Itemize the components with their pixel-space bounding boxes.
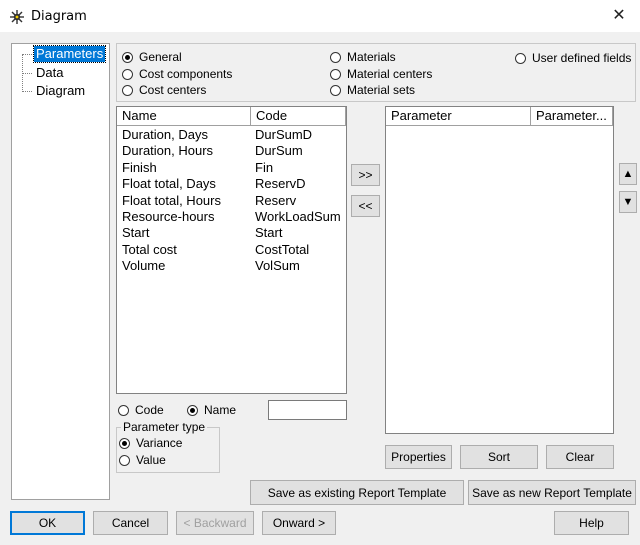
column-header-parameter[interactable]: Parameter bbox=[386, 107, 531, 126]
radio-user-defined-fields-dot[interactable] bbox=[515, 52, 526, 64]
parameter-name: Duration, Days bbox=[122, 127, 208, 142]
parameter-type-legend: Parameter type bbox=[121, 420, 208, 434]
parameter-name: Float total, Days bbox=[122, 176, 216, 192]
close-icon[interactable]: ✕ bbox=[604, 4, 634, 28]
onward-button[interactable]: Onward > bbox=[262, 511, 336, 535]
column-header-code[interactable]: Code bbox=[251, 107, 346, 126]
radio-material-centers-dot[interactable] bbox=[330, 68, 341, 80]
radio-variance-dot[interactable] bbox=[119, 437, 130, 449]
save-existing-template-button[interactable]: Save as existing Report Template bbox=[250, 480, 464, 505]
parameter-name: Volume bbox=[122, 258, 166, 274]
parameter-name: Start bbox=[122, 225, 150, 241]
radio-value[interactable]: Value bbox=[119, 453, 166, 467]
app-icon bbox=[9, 9, 25, 25]
radio-cost-components-label: Cost components bbox=[139, 67, 233, 81]
table-row[interactable]: Total cost CostTotal bbox=[117, 242, 346, 258]
radio-materials-label: Materials bbox=[347, 50, 396, 64]
move-down-button[interactable]: ▼ bbox=[619, 191, 637, 213]
move-up-button[interactable]: ▲ bbox=[619, 163, 637, 185]
radio-cost-centers[interactable]: Cost centers bbox=[122, 83, 206, 97]
radio-user-defined-fields[interactable]: User defined fields bbox=[515, 51, 631, 65]
table-row[interactable]: Resource-hours WorkLoadSum bbox=[117, 209, 346, 225]
parameter-name: Float total, Hours bbox=[122, 192, 221, 208]
column-header-parameter-2[interactable]: Parameter... bbox=[531, 107, 613, 126]
parameter-code: WorkLoadSum bbox=[255, 209, 341, 224]
properties-button[interactable]: Properties bbox=[385, 445, 452, 469]
radio-general-dot[interactable] bbox=[122, 51, 133, 63]
radio-cost-centers-label: Cost centers bbox=[139, 83, 207, 97]
cancel-button[interactable]: Cancel bbox=[93, 511, 168, 535]
parameter-name: Duration, Hours bbox=[122, 143, 214, 159]
parameter-name: Resource-hours bbox=[122, 209, 215, 224]
sort-button[interactable]: Sort bbox=[460, 445, 538, 469]
table-row[interactable]: Volume VolSum bbox=[117, 258, 346, 274]
radio-value-dot[interactable] bbox=[119, 454, 130, 466]
table-row[interactable]: Duration, Hours DurSum bbox=[117, 143, 346, 159]
parameter-code: ReservD bbox=[255, 176, 306, 192]
radio-search-code-label: Code bbox=[135, 403, 164, 417]
ok-button[interactable]: OK bbox=[10, 511, 85, 535]
radio-material-sets-dot[interactable] bbox=[330, 84, 341, 96]
radio-material-sets[interactable]: Material sets bbox=[330, 83, 415, 97]
table-row[interactable]: Start Start bbox=[117, 225, 346, 241]
parameter-code: CostTotal bbox=[255, 241, 310, 257]
parameter-code: VolSum bbox=[255, 258, 300, 274]
radio-search-code[interactable]: Code bbox=[118, 403, 164, 417]
radio-material-centers-label: Material centers bbox=[347, 67, 433, 81]
table-row[interactable]: Float total, Hours Reserv bbox=[117, 193, 346, 209]
radio-materials-dot[interactable] bbox=[330, 51, 341, 63]
backward-button[interactable]: < Backward bbox=[176, 511, 254, 535]
parameter-code: Start bbox=[255, 225, 283, 241]
selected-parameters-list[interactable]: Parameter Parameter... bbox=[385, 106, 614, 434]
tree-item-parameters[interactable]: Parameters bbox=[32, 45, 107, 63]
radio-cost-components-dot[interactable] bbox=[122, 68, 133, 80]
radio-general[interactable]: General bbox=[122, 50, 182, 64]
parameter-code: DurSum bbox=[255, 143, 303, 159]
radio-search-name-label: Name bbox=[204, 403, 237, 417]
navigation-tree: Parameters Data Diagram bbox=[11, 43, 110, 500]
radio-material-sets-label: Material sets bbox=[347, 83, 416, 97]
table-row[interactable]: Finish Fin bbox=[117, 160, 346, 176]
help-button[interactable]: Help bbox=[554, 511, 629, 535]
parameter-name: Finish bbox=[122, 159, 157, 175]
radio-variance[interactable]: Variance bbox=[119, 436, 182, 450]
radio-search-code-dot[interactable] bbox=[118, 404, 129, 416]
parameter-code: Reserv bbox=[255, 192, 297, 208]
radio-search-name-dot[interactable] bbox=[187, 404, 198, 416]
radio-cost-components[interactable]: Cost components bbox=[122, 67, 232, 81]
radio-value-label: Value bbox=[136, 453, 166, 467]
parameter-name: Total cost bbox=[122, 241, 177, 257]
radio-user-defined-fields-label: User defined fields bbox=[532, 51, 632, 65]
parameter-code: Fin bbox=[255, 159, 274, 175]
save-new-template-button[interactable]: Save as new Report Template bbox=[468, 480, 636, 505]
clear-button[interactable]: Clear bbox=[546, 445, 614, 469]
radio-general-label: General bbox=[139, 50, 182, 64]
tree-item-data[interactable]: Data bbox=[34, 65, 65, 81]
radio-variance-label: Variance bbox=[136, 436, 183, 450]
table-row[interactable]: Float total, Days ReservD bbox=[117, 176, 346, 192]
radio-materials[interactable]: Materials bbox=[330, 50, 396, 64]
radio-cost-centers-dot[interactable] bbox=[122, 84, 133, 96]
radio-material-centers[interactable]: Material centers bbox=[330, 67, 432, 81]
tree-item-diagram[interactable]: Diagram bbox=[34, 83, 87, 99]
title-bar bbox=[0, 0, 640, 32]
available-parameters-list[interactable]: Name Code Duration, Days DurSumD Duration,… bbox=[116, 106, 347, 394]
column-header-name[interactable]: Name bbox=[117, 107, 251, 126]
search-input[interactable] bbox=[268, 400, 347, 420]
table-row[interactable]: Duration, Days DurSumD bbox=[117, 127, 346, 143]
window-title: Diagram bbox=[31, 9, 87, 24]
parameter-code: DurSumD bbox=[255, 127, 313, 142]
add-parameter-button[interactable]: >> bbox=[351, 164, 380, 186]
radio-search-name[interactable]: Name bbox=[187, 403, 236, 417]
remove-parameter-button[interactable]: << bbox=[351, 195, 380, 217]
